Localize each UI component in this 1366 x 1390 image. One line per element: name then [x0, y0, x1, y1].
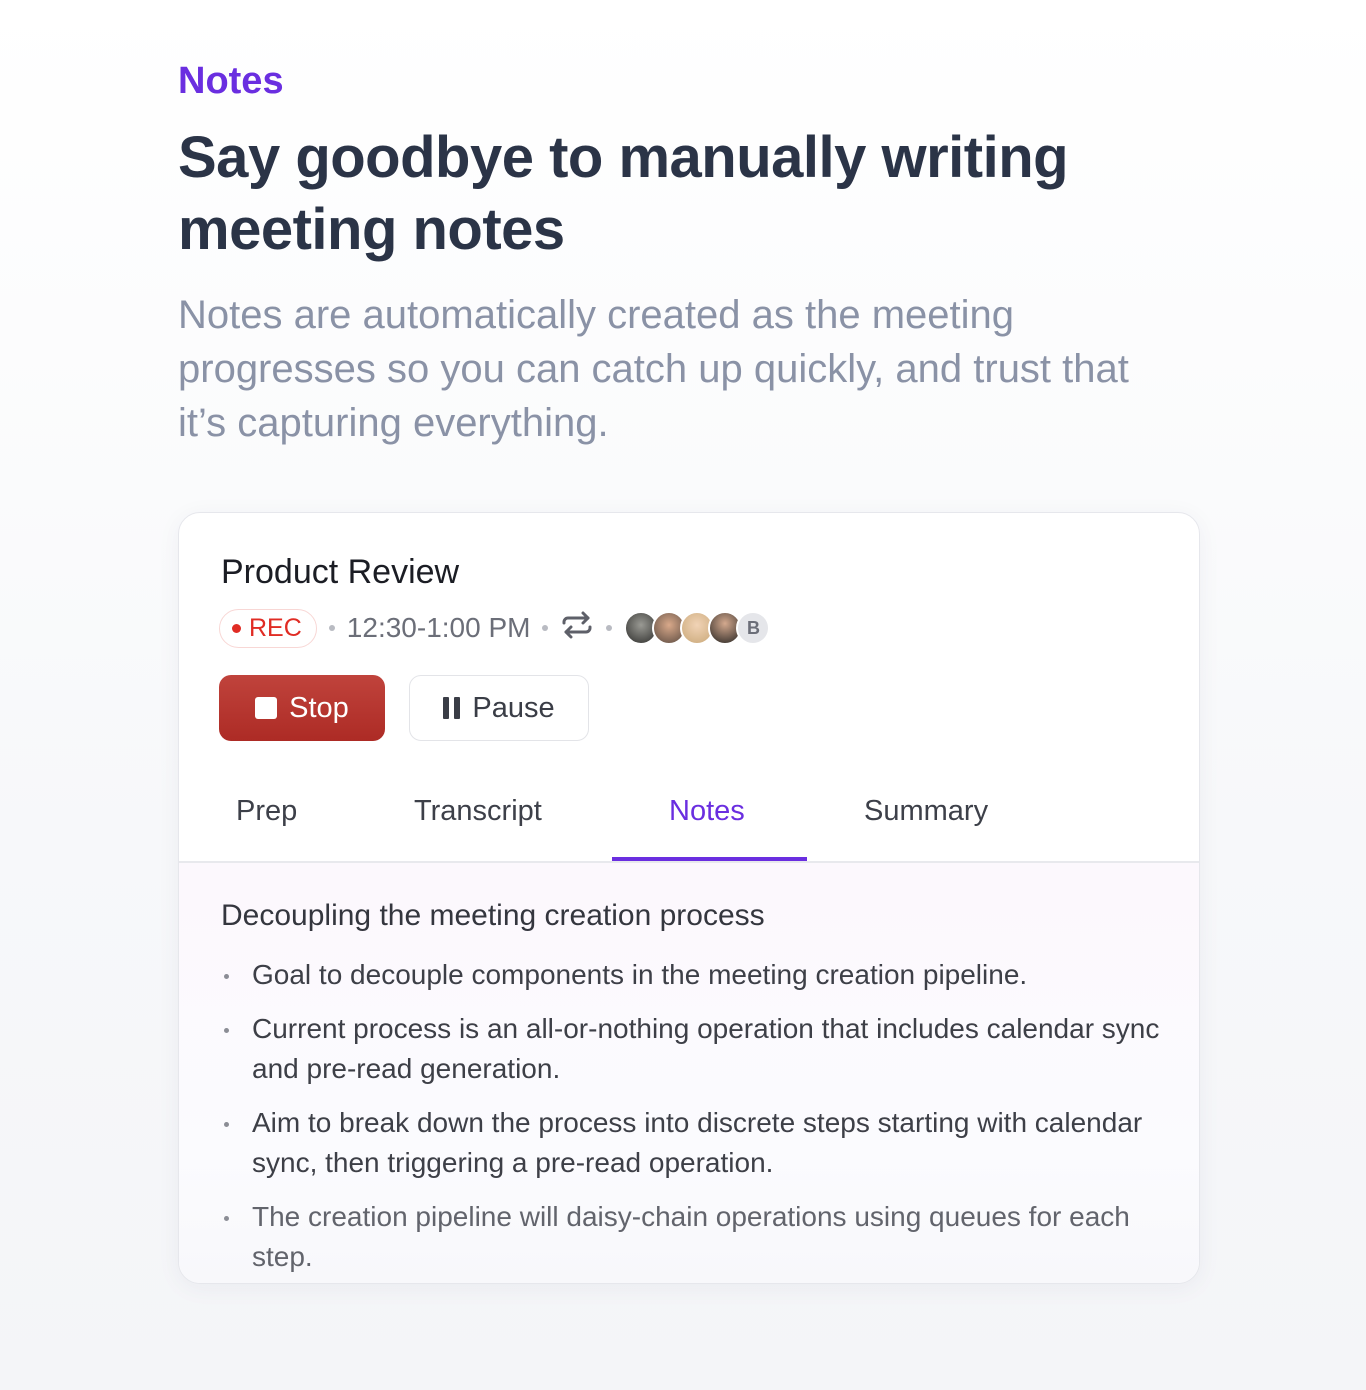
- notes-content: Decoupling the meeting creation process …: [179, 863, 1199, 1283]
- page-headline: Say goodbye to manually writing meeting …: [178, 125, 1069, 262]
- tab-summary[interactable]: Summary: [864, 795, 988, 828]
- rec-label: REC: [249, 613, 302, 642]
- separator-dot: [328, 625, 335, 631]
- meeting-card: Product Review REC 12:30-1:00 PM B Stop …: [178, 512, 1200, 1284]
- pause-icon: [443, 697, 461, 719]
- list-item: Aim to break down the process into discr…: [221, 1103, 1161, 1183]
- page-subtitle: Notes are automatically created as the m…: [178, 293, 1129, 445]
- active-tab-indicator: [612, 857, 807, 861]
- attendee-avatars[interactable]: B: [624, 611, 771, 645]
- meeting-meta: REC 12:30-1:00 PM B: [219, 608, 771, 648]
- rec-badge: REC: [219, 608, 317, 648]
- meeting-time: 12:30-1:00 PM: [346, 612, 531, 643]
- meeting-title: Product Review: [221, 553, 460, 591]
- stop-label: Stop: [289, 691, 349, 724]
- section-eyebrow: Notes: [178, 60, 284, 102]
- list-item: Current process is an all-or-nothing ope…: [221, 1009, 1161, 1089]
- notes-list: Goal to decouple components in the meeti…: [221, 955, 1161, 1283]
- avatar-initial[interactable]: B: [736, 611, 771, 645]
- separator-dot: [606, 625, 613, 631]
- list-item: The creation pipeline will daisy-chain o…: [221, 1197, 1161, 1277]
- pause-label: Pause: [472, 691, 555, 724]
- notes-heading: Decoupling the meeting creation process: [221, 899, 765, 932]
- repeat-icon[interactable]: [560, 610, 594, 647]
- pause-button[interactable]: Pause: [409, 675, 589, 741]
- stop-button[interactable]: Stop: [219, 675, 385, 741]
- tab-bar: Prep Transcript Notes Summary: [179, 775, 1199, 863]
- separator-dot: [542, 625, 549, 631]
- tab-notes[interactable]: Notes: [669, 795, 745, 828]
- tab-transcript[interactable]: Transcript: [414, 795, 542, 828]
- tab-prep[interactable]: Prep: [236, 795, 297, 828]
- stop-icon: [255, 697, 278, 719]
- list-item: Goal to decouple components in the meeti…: [221, 955, 1161, 995]
- record-dot-icon: [232, 623, 241, 633]
